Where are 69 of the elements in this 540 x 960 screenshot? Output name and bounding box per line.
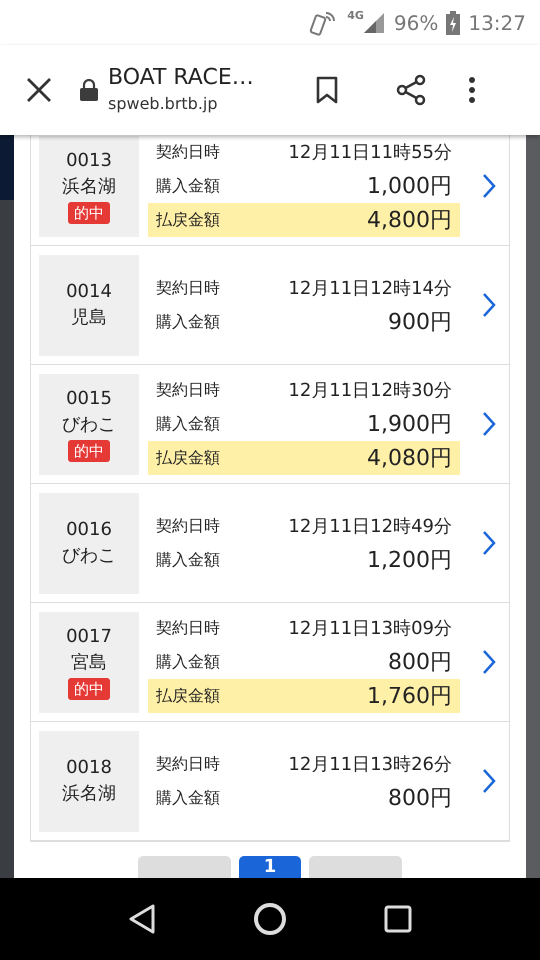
chevron-right-icon: [482, 649, 496, 675]
row-value: 1,900円: [367, 410, 452, 438]
venue-name: びわこ: [62, 413, 116, 437]
cell-signal-icon: [362, 10, 386, 34]
chevron-right-icon: [482, 292, 496, 318]
ticket-number: 0013: [66, 149, 112, 173]
ticket-number: 0014: [66, 280, 112, 304]
venue-name: 浜名湖: [62, 175, 116, 199]
ticket-number: 0018: [66, 756, 112, 780]
page-title: BOAT RACE…: [108, 64, 255, 92]
battery-percent: 96%: [394, 10, 438, 36]
chevron-right-icon: [482, 411, 496, 437]
hit-badge: 的中: [68, 202, 110, 224]
close-icon[interactable]: [26, 77, 52, 103]
more-options-icon[interactable]: [468, 76, 476, 104]
row-label: 契約日時: [156, 379, 220, 401]
hit-badge: 的中: [68, 440, 110, 462]
venue-name: 児島: [71, 306, 107, 330]
battery-charging-icon: [446, 10, 460, 34]
lock-icon: [80, 79, 98, 101]
row-label: 払戻金額: [156, 447, 220, 469]
row-label: 契約日時: [156, 515, 220, 537]
venue-name: びわこ: [62, 544, 116, 568]
row-value: 4,080円: [367, 444, 452, 472]
row-value: 12月11日12時14分: [288, 276, 452, 300]
chevron-right-icon: [482, 530, 496, 556]
chevron-right-icon: [482, 173, 496, 199]
ticket-number: 0015: [66, 387, 112, 411]
network-type: 4G: [347, 8, 364, 24]
row-value: 12月11日13時09分: [288, 616, 452, 640]
row-label: 購入金額: [156, 311, 220, 333]
venue-name: 宮島: [71, 651, 107, 675]
page-button[interactable]: 1: [239, 856, 301, 878]
row-label: 購入金額: [156, 413, 220, 435]
row-label: 購入金額: [156, 651, 220, 673]
banner-edge: [0, 135, 14, 200]
chevron-right-icon: [482, 768, 496, 794]
row-label: 購入金額: [156, 787, 220, 809]
page-url: spweb.brtb.jp: [108, 93, 219, 115]
row-label: 契約日時: [156, 617, 220, 639]
ticket-number: 0017: [66, 625, 112, 649]
ticket-number: 0016: [66, 518, 112, 542]
row-label: 払戻金額: [156, 685, 220, 707]
ticket-card[interactable]: 0013 浜名湖 的中 契約日時 12月11日11時55分 購入金額 1,000円 払戻金額 4,800円: [31, 135, 509, 246]
row-value: 12月11日12時49分: [288, 514, 452, 538]
recents-icon[interactable]: [384, 905, 412, 933]
row-label: 契約日時: [156, 141, 220, 163]
row-label: 購入金額: [156, 549, 220, 571]
row-label: 契約日時: [156, 753, 220, 775]
row-value: 1,000円: [367, 172, 452, 200]
row-value: 800円: [388, 648, 452, 676]
row-value: 4,800円: [367, 206, 452, 234]
back-icon[interactable]: [128, 903, 156, 935]
row-value: 12月11日13時26分: [288, 752, 452, 776]
row-value: 12月11日11時55分: [288, 140, 452, 164]
row-value: 12月11日12時30分: [288, 378, 452, 402]
row-value: 900円: [388, 308, 452, 336]
row-value: 1,200円: [367, 546, 452, 574]
row-value: 1,760円: [367, 682, 452, 710]
share-icon[interactable]: [396, 74, 426, 106]
venue-name: 浜名湖: [62, 782, 116, 806]
row-label: 購入金額: [156, 175, 220, 197]
clock: 13:27: [468, 10, 526, 36]
row-value: 800円: [388, 784, 452, 812]
hit-badge: 的中: [68, 678, 110, 700]
bookmark-icon[interactable]: [316, 76, 338, 104]
home-icon[interactable]: [252, 901, 288, 937]
row-label: 契約日時: [156, 277, 220, 299]
row-label: 払戻金額: [156, 209, 220, 231]
